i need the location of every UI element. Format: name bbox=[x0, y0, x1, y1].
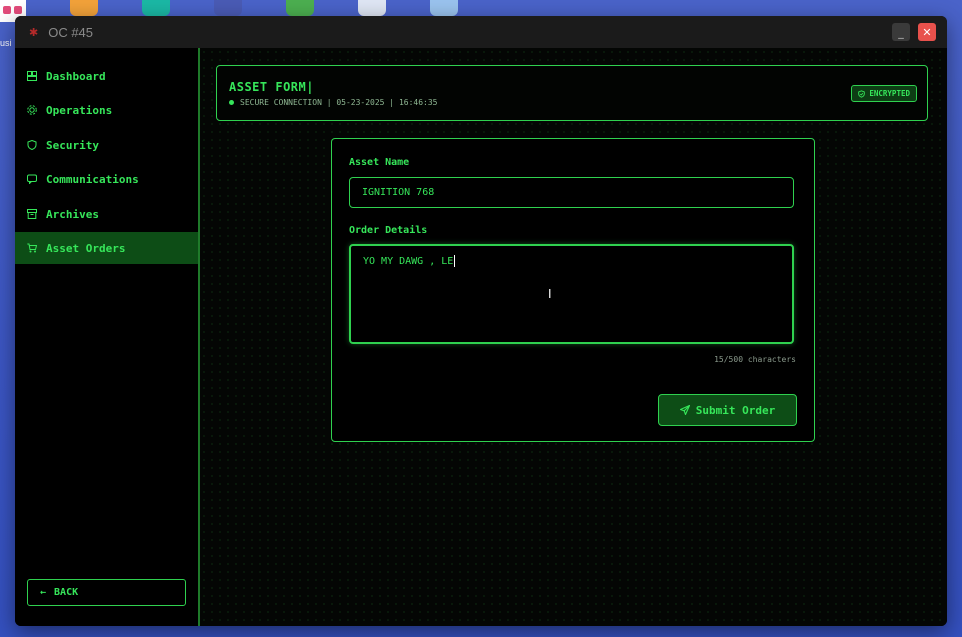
sidebar-item-label: Operations bbox=[46, 103, 113, 117]
desktop-rocket-icon[interactable] bbox=[214, 0, 242, 16]
shield-icon bbox=[27, 140, 37, 150]
title-bar[interactable]: ✱ OC #45 _ ✕ bbox=[15, 16, 947, 48]
status-text: SECURE CONNECTION | 05-23-2025 | 16:46:3… bbox=[240, 98, 438, 107]
character-counter: 15/500 characters bbox=[714, 355, 796, 364]
sidebar-item-label: Archives bbox=[46, 207, 99, 221]
sidebar-item-operations[interactable]: Operations bbox=[15, 94, 198, 126]
text-cursor-icon: I bbox=[548, 287, 552, 301]
page-title: ASSET FORM| bbox=[229, 80, 314, 94]
sidebar-item-label: Dashboard bbox=[46, 69, 106, 83]
submit-order-label: Submit Order bbox=[695, 403, 776, 417]
desktop-shield-icon[interactable] bbox=[286, 0, 314, 16]
encrypted-badge: ENCRYPTED bbox=[851, 85, 917, 102]
form-header: ASSET FORM| SECURE CONNECTION | 05-23-20… bbox=[216, 65, 928, 121]
sidebar-item-communications[interactable]: Communications bbox=[15, 163, 198, 195]
status-dot-icon bbox=[229, 100, 234, 105]
asset-name-value: IGNITION 768 bbox=[362, 187, 435, 198]
dashboard-icon bbox=[27, 71, 37, 81]
sidebar-item-dashboard[interactable]: Dashboard bbox=[15, 60, 198, 92]
desktop-home-icon[interactable] bbox=[358, 0, 386, 16]
asset-name-input[interactable]: IGNITION 768 bbox=[349, 177, 794, 208]
submit-order-button[interactable]: Submit Order bbox=[658, 394, 797, 426]
sidebar-item-label: Communications bbox=[46, 172, 139, 186]
main-content: ASSET FORM| SECURE CONNECTION | 05-23-20… bbox=[200, 48, 947, 626]
chat-icon bbox=[27, 174, 37, 184]
sidebar-item-label: Asset Orders bbox=[46, 241, 126, 255]
operations-icon bbox=[27, 105, 37, 115]
text-caret bbox=[454, 255, 456, 267]
arrow-left-icon: ← bbox=[40, 587, 47, 598]
order-details-label: Order Details bbox=[349, 225, 428, 236]
back-button-label: BACK bbox=[54, 587, 79, 598]
sidebar: Dashboard Operations Security Communicat… bbox=[15, 48, 200, 626]
cart-icon bbox=[27, 243, 37, 253]
app-window: ✱ OC #45 _ ✕ Dashboard Operations Securi… bbox=[15, 16, 947, 626]
back-button[interactable]: ← BACK bbox=[27, 579, 186, 606]
desktop-folder-icon[interactable] bbox=[70, 0, 98, 16]
app-logo-icon: ✱ bbox=[29, 25, 39, 39]
minimize-button[interactable]: _ bbox=[892, 23, 910, 41]
sidebar-item-label: Security bbox=[46, 138, 99, 152]
desktop-globe-icon[interactable] bbox=[142, 0, 170, 16]
order-details-value: YO MY DAWG , LE bbox=[363, 256, 454, 267]
sidebar-item-archives[interactable]: Archives bbox=[15, 198, 198, 230]
asset-order-form: Asset Name IGNITION 768 Order Details YO… bbox=[331, 138, 815, 442]
connection-status: SECURE CONNECTION | 05-23-2025 | 16:46:3… bbox=[229, 98, 437, 107]
sidebar-item-asset-orders[interactable]: Asset Orders bbox=[15, 232, 198, 264]
shield-check-icon bbox=[858, 89, 866, 98]
send-icon bbox=[679, 405, 690, 415]
archive-icon bbox=[27, 209, 37, 219]
asset-name-label: Asset Name bbox=[349, 157, 410, 168]
desktop-icon-label: usi bbox=[0, 38, 12, 48]
desktop-image-icon[interactable] bbox=[430, 0, 458, 16]
sidebar-item-security[interactable]: Security bbox=[15, 129, 198, 161]
close-button[interactable]: ✕ bbox=[918, 23, 936, 41]
order-details-textarea[interactable]: YO MY DAWG , LE bbox=[349, 244, 794, 344]
window-title: OC #45 bbox=[48, 24, 94, 40]
badge-label: ENCRYPTED bbox=[869, 89, 910, 98]
